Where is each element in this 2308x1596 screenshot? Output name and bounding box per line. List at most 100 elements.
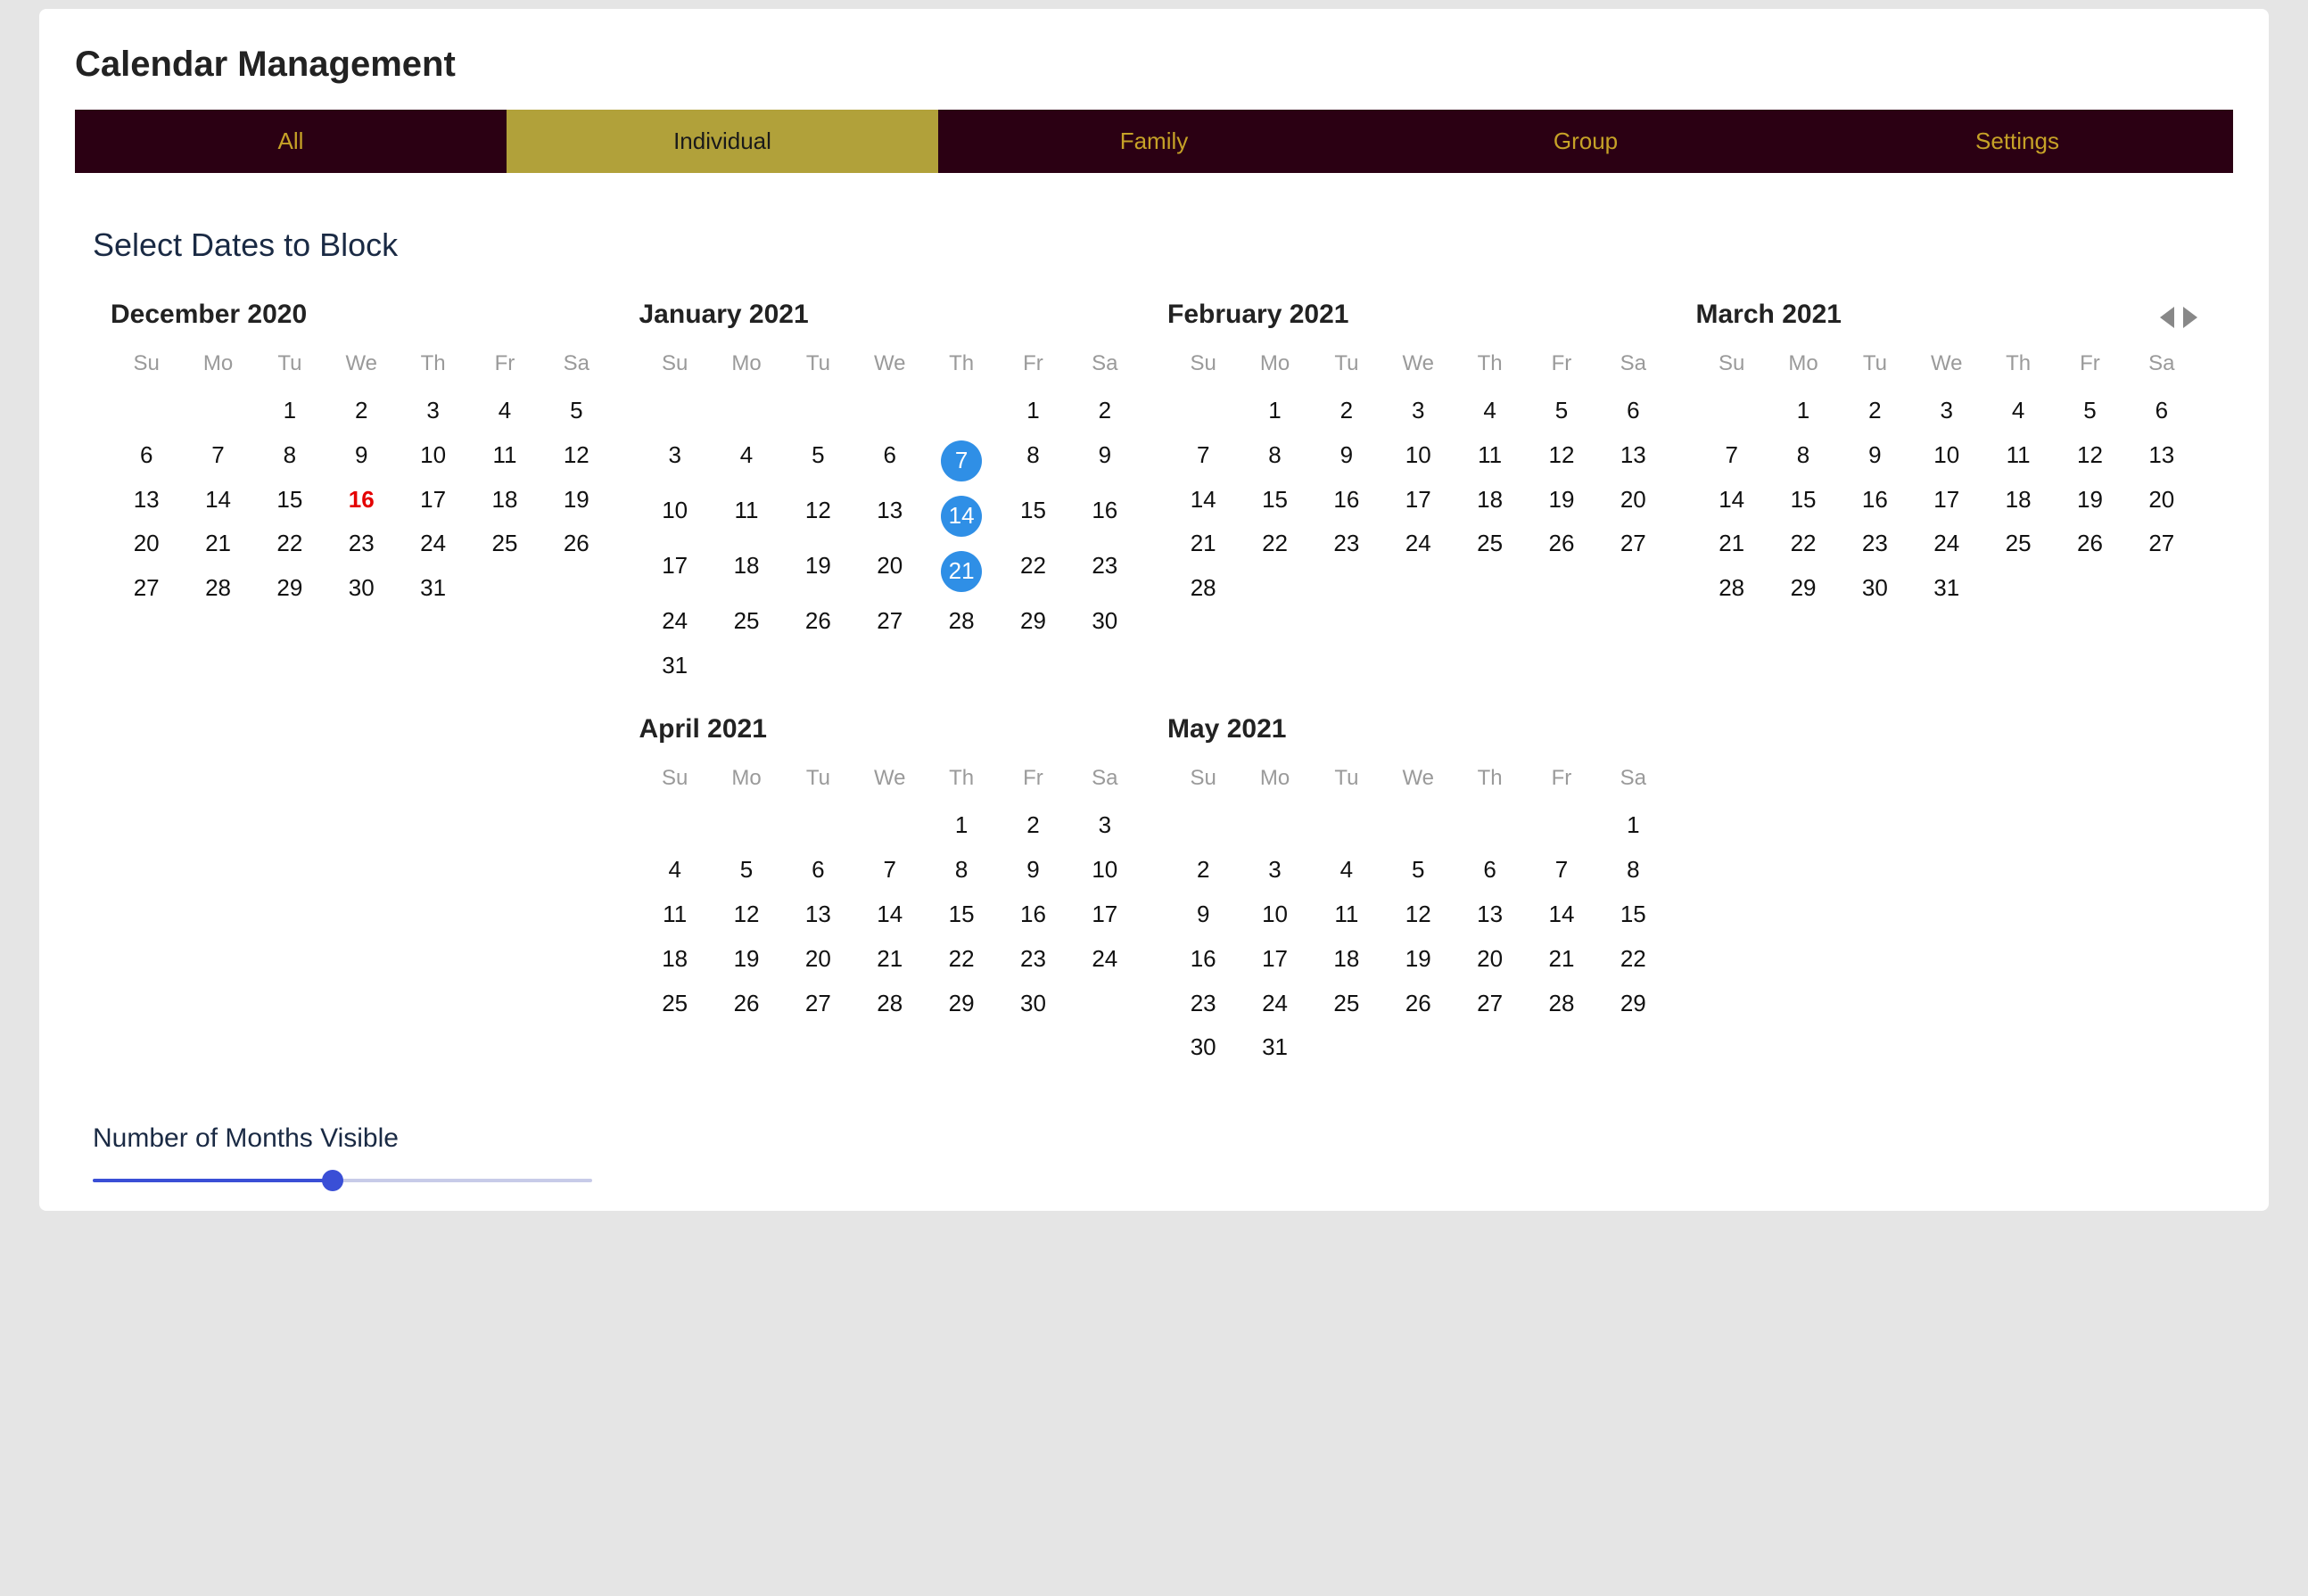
day-cell[interactable]: 31 [397,566,468,611]
day-cell[interactable]: 17 [639,544,711,599]
day-cell[interactable]: 21 [1167,522,1239,566]
day-cell[interactable]: 3 [1382,389,1454,433]
day-cell[interactable]: 2 [997,803,1068,848]
day-cell[interactable]: 23 [1311,522,1382,566]
day-cell[interactable]: 13 [782,893,853,937]
day-cell[interactable]: 19 [2054,478,2125,522]
day-cell[interactable]: 13 [1454,893,1525,937]
day-cell[interactable]: 4 [1982,389,2054,433]
day-cell[interactable]: 4 [711,433,782,489]
day-cell[interactable]: 22 [1597,937,1669,982]
slider-thumb[interactable] [322,1170,343,1191]
day-cell[interactable]: 18 [711,544,782,599]
tab-settings[interactable]: Settings [1801,110,2233,173]
day-cell[interactable]: 18 [1982,478,2054,522]
day-cell[interactable]: 16 [997,893,1068,937]
day-cell[interactable]: 24 [397,522,468,566]
day-cell[interactable]: 9 [1839,433,1910,478]
day-cell[interactable]: 13 [111,478,182,522]
day-cell[interactable]: 15 [1768,478,1839,522]
months-visible-slider[interactable] [93,1175,592,1184]
day-cell[interactable]: 10 [1911,433,1982,478]
day-cell[interactable]: 9 [1167,893,1239,937]
day-cell[interactable]: 6 [2126,389,2197,433]
day-cell[interactable]: 11 [1982,433,2054,478]
day-cell[interactable]: 20 [2126,478,2197,522]
day-cell[interactable]: 8 [254,433,326,478]
day-cell[interactable]: 25 [1454,522,1525,566]
day-cell[interactable]: 10 [1382,433,1454,478]
day-cell[interactable]: 7 [1526,848,1597,893]
day-cell[interactable]: 27 [111,566,182,611]
day-cell[interactable]: 7 [182,433,253,478]
day-cell[interactable]: 12 [1382,893,1454,937]
prev-month-icon[interactable] [2160,307,2174,328]
day-cell[interactable]: 29 [997,599,1068,644]
day-cell[interactable]: 24 [1911,522,1982,566]
day-cell[interactable]: 25 [1982,522,2054,566]
day-cell[interactable]: 28 [1167,566,1239,611]
day-cell[interactable]: 14 [854,893,926,937]
day-cell[interactable]: 2 [326,389,397,433]
day-cell[interactable]: 19 [1382,937,1454,982]
day-cell[interactable]: 8 [1597,848,1669,893]
day-cell[interactable]: 18 [469,478,540,522]
day-cell[interactable]: 1 [926,803,997,848]
day-cell[interactable]: 12 [782,489,853,544]
day-cell[interactable]: 16 [1839,478,1910,522]
day-cell[interactable]: 30 [1167,1025,1239,1070]
day-cell[interactable]: 6 [111,433,182,478]
day-cell[interactable]: 19 [782,544,853,599]
day-cell[interactable]: 26 [1526,522,1597,566]
day-cell[interactable]: 23 [997,937,1068,982]
day-cell[interactable]: 15 [1239,478,1310,522]
day-cell[interactable]: 16 [1167,937,1239,982]
next-month-icon[interactable] [2183,307,2197,328]
day-cell[interactable]: 1 [1768,389,1839,433]
day-cell[interactable]: 14 [1526,893,1597,937]
day-cell[interactable]: 15 [254,478,326,522]
day-cell[interactable]: 24 [1239,982,1310,1026]
day-cell[interactable]: 26 [711,982,782,1026]
day-cell[interactable]: 6 [854,433,926,489]
day-cell[interactable]: 7 [926,433,997,489]
day-cell[interactable]: 19 [540,478,612,522]
day-cell[interactable]: 22 [997,544,1068,599]
day-cell[interactable]: 16 [1311,478,1382,522]
day-cell[interactable]: 27 [2126,522,2197,566]
day-cell[interactable]: 22 [1768,522,1839,566]
day-cell[interactable]: 26 [782,599,853,644]
day-cell[interactable]: 25 [469,522,540,566]
day-cell[interactable]: 6 [1454,848,1525,893]
day-cell[interactable]: 5 [782,433,853,489]
day-cell[interactable]: 21 [926,544,997,599]
day-cell[interactable]: 29 [926,982,997,1026]
day-cell[interactable]: 13 [854,489,926,544]
day-cell[interactable]: 15 [926,893,997,937]
day-cell[interactable]: 8 [926,848,997,893]
day-cell[interactable]: 13 [1597,433,1669,478]
tab-group[interactable]: Group [1370,110,1801,173]
day-cell[interactable]: 17 [1911,478,1982,522]
day-cell[interactable]: 10 [1069,848,1141,893]
day-cell[interactable]: 27 [1597,522,1669,566]
day-cell[interactable]: 18 [1454,478,1525,522]
day-cell[interactable]: 13 [2126,433,2197,478]
day-cell[interactable]: 18 [1311,937,1382,982]
day-cell[interactable]: 9 [326,433,397,478]
day-cell[interactable]: 1 [254,389,326,433]
day-cell[interactable]: 29 [254,566,326,611]
day-cell[interactable]: 26 [1382,982,1454,1026]
day-cell[interactable]: 7 [854,848,926,893]
day-cell[interactable]: 10 [397,433,468,478]
day-cell[interactable]: 10 [639,489,711,544]
day-cell[interactable]: 25 [711,599,782,644]
day-cell[interactable]: 10 [1239,893,1310,937]
day-cell[interactable]: 3 [1239,848,1310,893]
day-cell[interactable]: 5 [1526,389,1597,433]
day-cell[interactable]: 29 [1768,566,1839,611]
day-cell[interactable]: 9 [997,848,1068,893]
day-cell[interactable]: 17 [1239,937,1310,982]
day-cell[interactable]: 14 [1167,478,1239,522]
day-cell[interactable]: 30 [326,566,397,611]
